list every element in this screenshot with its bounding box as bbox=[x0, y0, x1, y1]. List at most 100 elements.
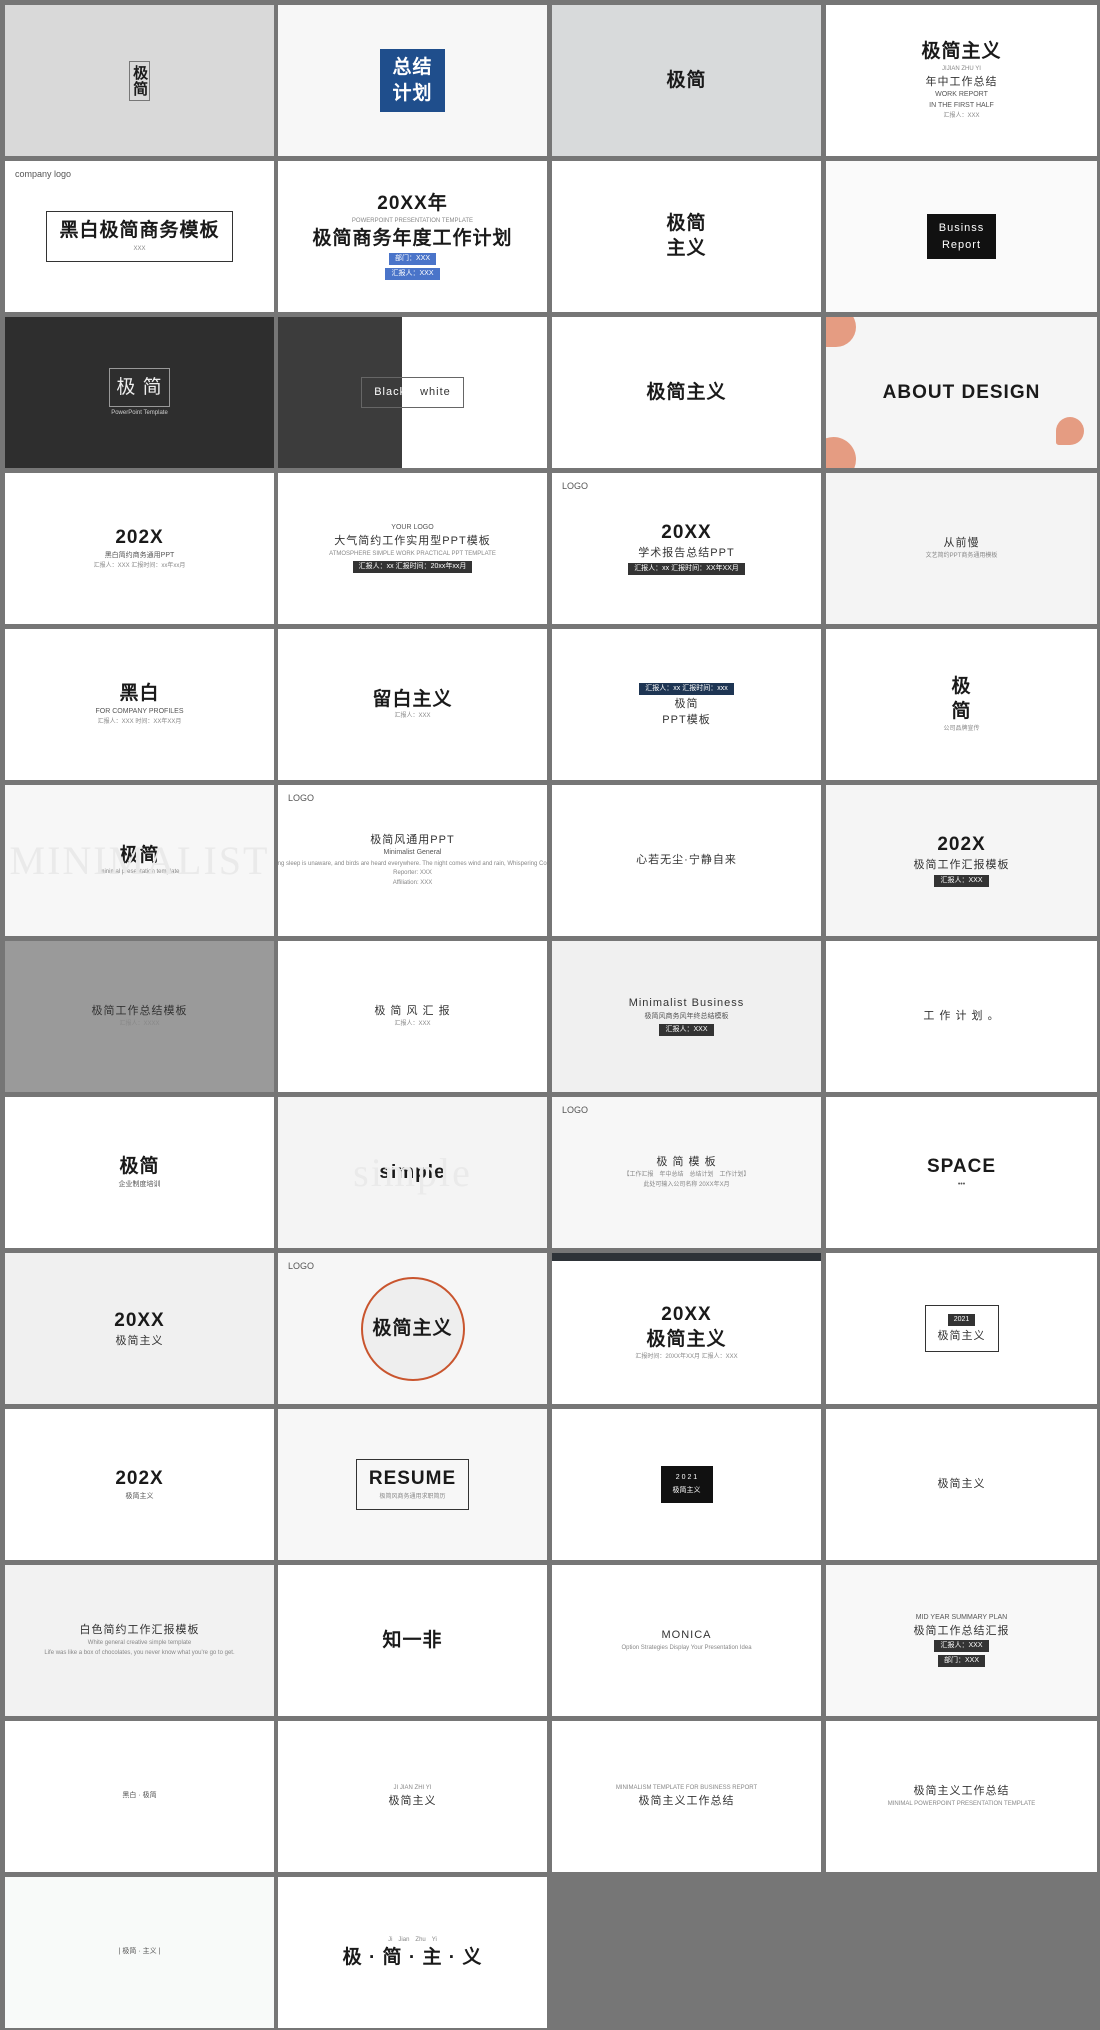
slide-subtitle: Black bbox=[374, 386, 407, 399]
slide-caption: Option Strategies Display Your Presentat… bbox=[621, 1644, 752, 1651]
slide-label: 企业制度培训 bbox=[118, 1180, 161, 1188]
template-thumbnail[interactable]: MINIMALIST 极简 minimal presentation templat… bbox=[5, 785, 274, 936]
template-thumbnail[interactable]: 20XX年 POWERPOINT PRESENTATION TEMPLATE 极简商… bbox=[278, 161, 547, 312]
slide-title: 计划 bbox=[392, 82, 433, 104]
title-box: Black white bbox=[361, 377, 464, 408]
template-thumbnail[interactable]: 极简主义 bbox=[552, 317, 821, 468]
slide-caption: 汇报人：XXX bbox=[943, 113, 980, 120]
template-thumbnail[interactable]: LOGO 20XX 学术报告总结PPT 汇报人：xx 汇报时间：XX年XX月 bbox=[552, 473, 821, 624]
template-thumbnail[interactable]: 202X 极简主义 bbox=[5, 1409, 274, 1560]
slide-logo: company logo bbox=[15, 169, 72, 179]
slide-title: SPACE bbox=[926, 1156, 997, 1178]
template-thumbnail[interactable]: SPACE ••• bbox=[826, 1097, 1097, 1248]
template-thumbnail[interactable]: Businss Report bbox=[826, 161, 1097, 312]
slide-caption: 汇报人：XXX bbox=[394, 1020, 431, 1027]
template-thumbnail[interactable]: 极 简 PowerPoint Template bbox=[5, 317, 274, 468]
template-thumbnail[interactable]: 202X 极简工作汇报模板 汇报人：XXX bbox=[826, 785, 1097, 936]
template-thumbnail[interactable]: 极简主义 JIJIAN ZHU YI 年中工作总结 WORK REPORT IN THE… bbox=[826, 5, 1097, 156]
slide-title: ABOUT DESIGN bbox=[882, 381, 1041, 403]
template-thumbnail[interactable]: 20XX 极简主义 bbox=[5, 1253, 274, 1404]
slide-subtitle: Businss bbox=[938, 221, 985, 234]
slide-subtitle: 极简工作总结模板 bbox=[91, 1005, 188, 1018]
template-thumbnail[interactable]: 黑白 · 极简 bbox=[5, 1721, 274, 1872]
template-thumbnail[interactable]: YOUR LOGO 大气简约工作实用型PPT模板 ATMOSPHERE SIMPLE… bbox=[278, 473, 547, 624]
template-thumbnail[interactable]: Ji Jian Zhu Yi 极 · 简 · 主 · 义 bbox=[278, 1877, 547, 2028]
template-thumbnail[interactable]: 极简主义工作总结 MINIMAL POWERPOINT PRESENTATION … bbox=[826, 1721, 1097, 1872]
template-thumbnail[interactable]: Black white bbox=[278, 317, 547, 468]
template-thumbnail[interactable]: 黑白 FOR COMPANY PROFILES 汇报人：XXX 时间：XX年XX月 bbox=[5, 629, 274, 780]
slide-subtitle: 大气简约工作实用型PPT模板 bbox=[334, 535, 491, 548]
slide-subtitle: 极简主义 bbox=[937, 1330, 986, 1343]
template-thumbnail[interactable]: 极 简 风 汇 报汇报人：XXX bbox=[278, 941, 547, 1092]
slide-caption: 文艺简约PPT商务通用模板 bbox=[925, 552, 998, 559]
slide-label: 2 0 2 1 bbox=[675, 1474, 698, 1482]
template-thumbnail[interactable]: 极简 企业制度培训 bbox=[5, 1097, 274, 1248]
slide-label: WORK REPORT bbox=[935, 91, 988, 99]
title-box: RESUME 极简风商务通用求职简历 bbox=[355, 1459, 470, 1510]
template-thumbnail[interactable]: 从前慢 文艺简约PPT商务通用模板 bbox=[826, 473, 1097, 624]
template-thumbnail[interactable]: 极简公司品牌宣传 bbox=[826, 629, 1097, 780]
slide-badge: 2021 bbox=[947, 1314, 976, 1327]
template-thumbnail[interactable]: MINIMALISM TEMPLATE FOR BUSINESS REPORT 极… bbox=[552, 1721, 821, 1872]
slide-caption: Affiliation: XXX bbox=[392, 880, 433, 887]
template-thumbnail[interactable]: 汇报人：xx 汇报时间：xxx 极简 PPT模板 bbox=[552, 629, 821, 780]
template-thumbnail[interactable]: LOGO 极 简 模 板【工作汇报 年中总结 总结计划 工作计划】 此处可输入公司名… bbox=[552, 1097, 821, 1248]
template-thumbnail[interactable]: 202X 黑白简约商务通用PPT 汇报人：XXX 汇报时间：xx年xx月 bbox=[5, 473, 274, 624]
slide-title: 极简主义 bbox=[646, 381, 727, 403]
title-box: 2 0 2 1 极简主义 bbox=[660, 1466, 713, 1503]
slide-title: 极简商务年度工作计划 bbox=[312, 227, 513, 249]
template-thumbnail[interactable]: | 极简 · 主义 | bbox=[5, 1877, 274, 2028]
slide-subtitle: 极简主义 bbox=[937, 1478, 986, 1491]
slide-subtitle: 极简主义 bbox=[388, 1795, 437, 1808]
template-thumbnail[interactable]: simple simple bbox=[278, 1097, 547, 1248]
template-thumbnail[interactable]: Minimalist Business 极简风商务风年终总结模板 汇报人：XXX bbox=[552, 941, 821, 1092]
slide-title: 黑白极简商务模板 bbox=[59, 220, 220, 242]
slide-title: 20XX年 bbox=[377, 193, 448, 215]
slide-caption: 汇报时间：20XX年XX月 汇报人：XXX bbox=[635, 1353, 738, 1360]
title-box: 2021 极简主义 bbox=[924, 1305, 999, 1352]
template-thumbnail[interactable]: ABOUT DESIGN bbox=[826, 317, 1097, 468]
template-thumbnail[interactable]: MONICA Option Strategies Display Your Pre… bbox=[552, 1565, 821, 1716]
slide-title: 极简 bbox=[128, 60, 151, 101]
slide-subtitle: 心若无尘·宁静自来 bbox=[636, 854, 737, 867]
title-circle: 极简主义 bbox=[360, 1276, 465, 1381]
template-thumbnail[interactable]: 极简 bbox=[552, 5, 821, 156]
slide-subtitle: 极简主义工作总结 bbox=[913, 1785, 1010, 1798]
slide-label: YOUR LOGO bbox=[391, 524, 434, 532]
slide-label: 极简风商务风年终总结模板 bbox=[644, 1012, 729, 1020]
template-thumbnail[interactable]: 心若无尘·宁静自来 bbox=[552, 785, 821, 936]
slide-title: 极 bbox=[951, 676, 972, 698]
template-thumbnail[interactable]: MID YEAR SUMMARY PLAN 极简工作总结汇报 汇报人：XXX 部门：X… bbox=[826, 1565, 1097, 1716]
template-thumbnail[interactable]: 极简工作总结模板汇报人：XXXX bbox=[5, 941, 274, 1092]
template-thumbnail[interactable]: JI JIAN ZHI YI 极简主义 bbox=[278, 1721, 547, 1872]
template-thumbnail[interactable]: 20XX 极简主义 汇报时间：20XX年XX月 汇报人：XXX bbox=[552, 1253, 821, 1404]
template-thumbnail[interactable]: 知一非 bbox=[278, 1565, 547, 1716]
slide-subtitle: 极简主义 bbox=[115, 1334, 164, 1347]
slide-logo: LOGO bbox=[562, 1105, 589, 1115]
template-thumbnail[interactable]: 极简主义 bbox=[826, 1409, 1097, 1560]
decor-blob bbox=[1056, 417, 1084, 445]
template-thumbnail[interactable]: 留白主义 汇报人：XXX bbox=[278, 629, 547, 780]
slide-title: 简 bbox=[951, 701, 972, 723]
slide-title: 极简主义 bbox=[646, 1329, 727, 1351]
decor-blob bbox=[826, 317, 856, 347]
template-thumbnail[interactable]: 极简主义 bbox=[552, 161, 821, 312]
template-thumbnail[interactable]: LOGO 极简风通用PPT Minimalist General Spring sle… bbox=[278, 785, 547, 936]
template-thumbnail[interactable]: 白色简约工作汇报模板 White general creative simple … bbox=[5, 1565, 274, 1716]
slide-subtitle: Minimalist Business bbox=[628, 997, 745, 1010]
slide-subtitle: Report bbox=[941, 238, 982, 251]
template-thumbnail[interactable]: 2 0 2 1 极简主义 bbox=[552, 1409, 821, 1560]
slide-caption: 汇报人：XXXX bbox=[119, 1020, 160, 1027]
slide-subtitle: 极 简 模 板 bbox=[656, 1156, 717, 1169]
template-thumbnail[interactable]: 总结 计划 bbox=[278, 5, 547, 156]
template-thumbnail[interactable]: 工 作 计 划 。 bbox=[826, 941, 1097, 1092]
template-thumbnail[interactable]: LOGO 极简主义 bbox=[278, 1253, 547, 1404]
template-thumbnail[interactable]: 极简 bbox=[5, 5, 274, 156]
slide-badge: 汇报人：XXX bbox=[934, 1640, 989, 1653]
slide-title: 202X bbox=[115, 1468, 164, 1490]
template-thumbnail[interactable]: 2021 极简主义 bbox=[826, 1253, 1097, 1404]
slide-subtitle: white bbox=[420, 386, 451, 399]
slide-label: 极简主义 bbox=[125, 1492, 154, 1500]
template-thumbnail[interactable]: 黑白极简商务模板 XXX company logo bbox=[5, 161, 274, 312]
template-thumbnail[interactable]: RESUME 极简风商务通用求职简历 bbox=[278, 1409, 547, 1560]
